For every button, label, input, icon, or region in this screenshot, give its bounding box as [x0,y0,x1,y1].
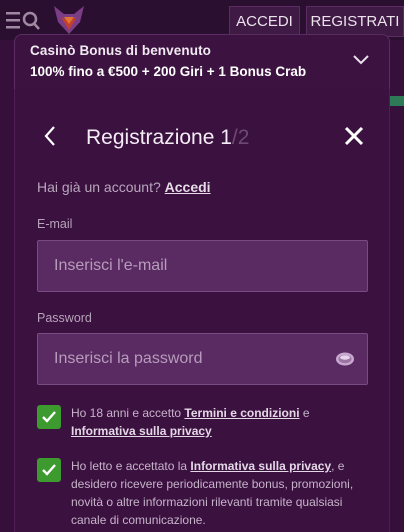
register-button[interactable]: REGISTRATI [306,6,404,37]
step-total: /2 [231,126,250,149]
checkmark-icon [42,464,56,476]
login-button[interactable]: ACCEDI [229,6,300,37]
privacy-link[interactable]: Informativa sulla privacy [71,424,212,438]
login-link[interactable]: Accedi [165,179,211,195]
email-label: E-mail [37,217,73,231]
consent-marketing-text: Ho letto e accettato la Informativa sull… [71,459,354,527]
terms-link[interactable]: Termini e condizioni [184,406,299,420]
close-icon[interactable] [344,126,364,146]
email-field[interactable]: Inserisci l'e-mail [37,240,368,292]
consent-marketing-checkbox[interactable] [37,458,61,482]
checkmark-icon [42,411,56,423]
welcome-bonus-banner[interactable]: Casinò Bonus di benvenuto 100% fino a €5… [14,34,390,89]
password-label: Password [37,311,92,325]
privacy-link-marketing[interactable]: Informativa sulla privacy [190,459,331,473]
chevron-left-icon[interactable] [43,125,57,147]
password-placeholder: Inserisci la password [54,350,203,367]
have-account-prompt: Hai già un account? Accedi [37,179,211,195]
email-placeholder: Inserisci l'e-mail [54,257,168,274]
consent-age-row: Ho 18 anni e accetto Termini e condizion… [37,405,377,445]
password-field[interactable]: Inserisci la password [37,333,368,385]
consent-age-checkbox[interactable] [37,405,61,429]
side-badge [390,96,404,106]
registration-modal: Registrazione 1/2 Hai già un account? Ac… [14,89,390,532]
bonus-title: Casinò Bonus di benvenuto [30,43,212,58]
hamburger-search-icon[interactable] [6,10,40,32]
fox-logo-icon[interactable] [52,4,86,36]
chevron-down-icon[interactable] [353,55,369,65]
modal-title: Registrazione 1/2 [86,126,250,149]
bonus-offer: 100% fino a €500 + 200 Giri + 1 Bonus Cr… [30,64,307,79]
eye-icon[interactable] [335,351,355,367]
consent-age-text: Ho 18 anni e accetto Termini e condizion… [71,406,310,438]
consent-marketing-row: Ho letto e accettato la Informativa sull… [37,458,377,532]
